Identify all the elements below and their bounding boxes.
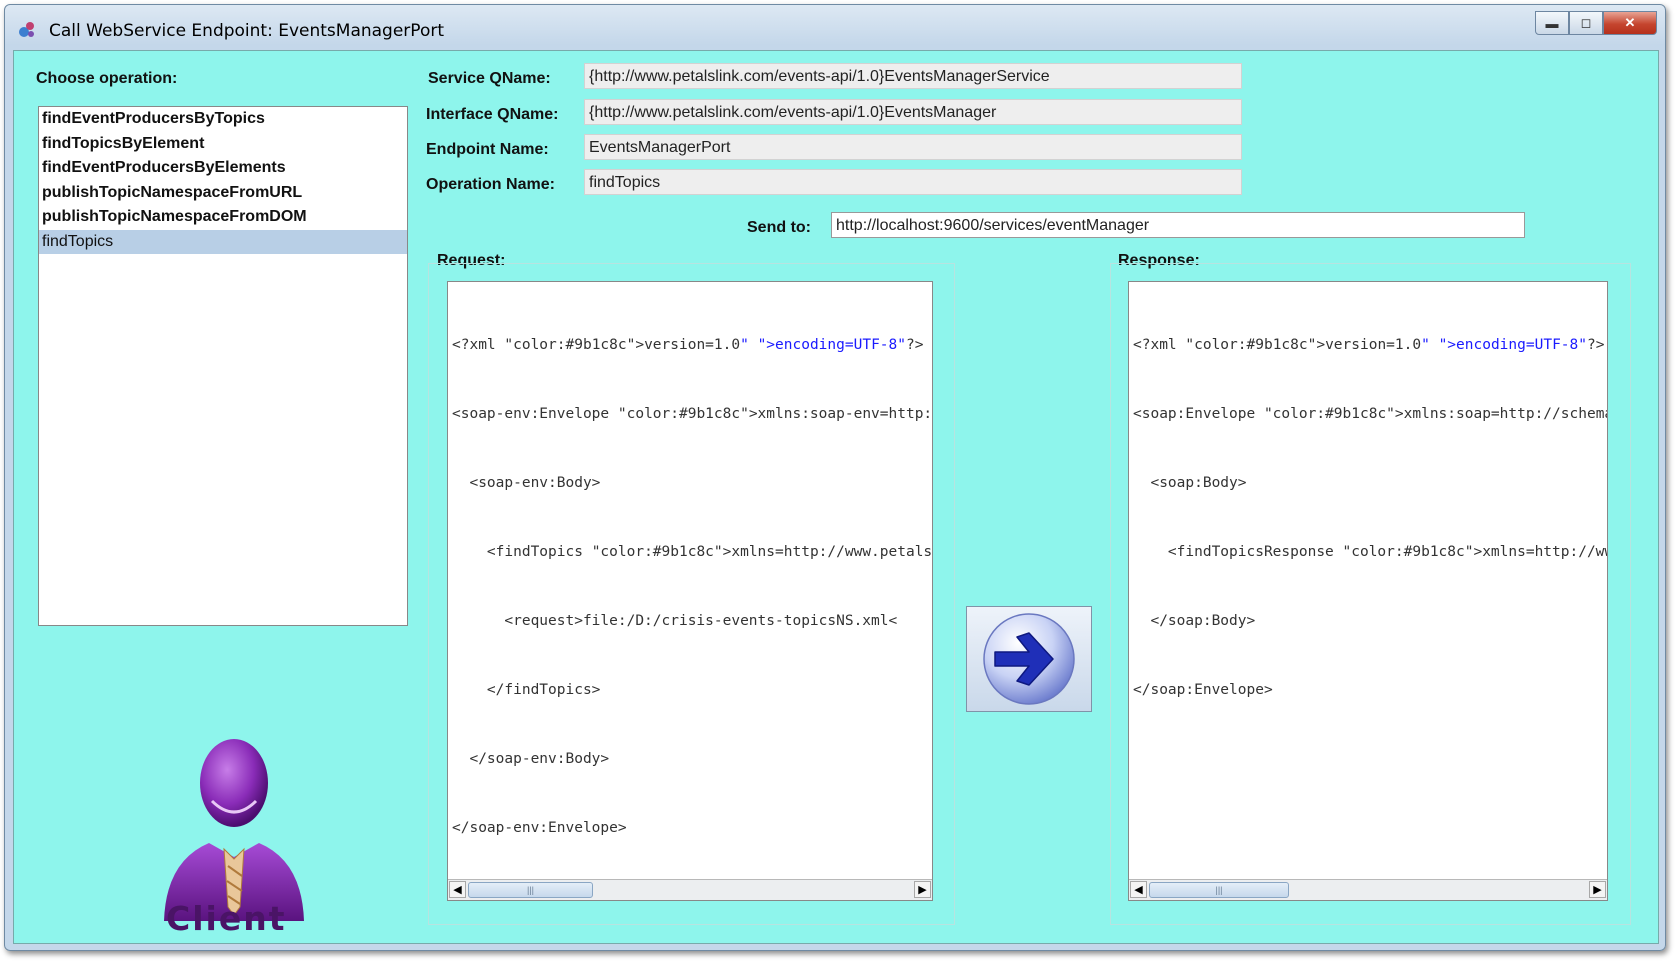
request-editor[interactable]: <?xml "color:#9b1c8c">version=1.0" ">enc… xyxy=(447,281,933,901)
xml-line: </soap:Envelope> xyxy=(1133,682,1273,698)
xml-line: </soap-env:Envelope> xyxy=(452,820,627,836)
scroll-right-button[interactable]: ▶ xyxy=(914,881,931,898)
list-item[interactable]: findEventProducersByElements xyxy=(39,156,407,181)
xml-line: <?xml "color:#9b1c8c">version=1.0" ">enc… xyxy=(1133,337,1605,353)
right-arrow-icon xyxy=(983,613,1075,705)
scroll-right-button[interactable]: ▶ xyxy=(1589,881,1606,898)
xml-line: <findTopics "color:#9b1c8c">xmlns=http:/… xyxy=(452,544,933,560)
send-button[interactable] xyxy=(966,606,1092,712)
service-qname-label: Service QName: xyxy=(428,70,551,87)
right-triangle-icon: ▶ xyxy=(918,884,927,896)
window-title: Call WebService Endpoint: EventsManagerP… xyxy=(49,21,445,41)
title-bar[interactable]: Call WebService Endpoint: EventsManagerP… xyxy=(5,5,1665,49)
list-item[interactable]: publishTopicNamespaceFromURL xyxy=(39,181,407,206)
request-horizontal-scrollbar[interactable]: ◀ ||| ▶ xyxy=(448,879,932,900)
response-editor[interactable]: <?xml "color:#9b1c8c">version=1.0" ">enc… xyxy=(1128,281,1608,901)
xml-line: <findTopicsResponse "color:#9b1c8c">xmln… xyxy=(1133,544,1607,560)
send-to-label: Send to: xyxy=(747,219,811,236)
xml-line: <soap:Envelope "color:#9b1c8c">xmlns:soa… xyxy=(1133,406,1607,422)
close-icon: ✕ xyxy=(1624,15,1636,30)
minimize-icon: ▬ xyxy=(1545,15,1559,31)
main-window: Call WebService Endpoint: EventsManagerP… xyxy=(4,4,1666,951)
app-icon xyxy=(19,22,34,37)
scroll-thumb[interactable]: ||| xyxy=(1149,882,1289,898)
maximize-icon: ◻ xyxy=(1580,15,1592,30)
scroll-left-button[interactable]: ◀ xyxy=(1130,881,1147,898)
xml-line: <?xml "color:#9b1c8c">version=1.0" ">enc… xyxy=(452,337,924,353)
list-item[interactable]: findTopicsByElement xyxy=(39,132,407,157)
response-horizontal-scrollbar[interactable]: ◀ ||| ▶ xyxy=(1129,879,1607,900)
endpoint-name-label: Endpoint Name: xyxy=(426,141,549,158)
xml-line: <soap:Body> xyxy=(1133,475,1247,491)
client-label: Client xyxy=(166,899,287,938)
list-item[interactable]: findEventProducersByTopics xyxy=(39,107,407,132)
xml-line: <request>file:/D:/crisis-events-topicsNS… xyxy=(452,613,898,629)
interface-qname-field[interactable]: {http://www.petalslink.com/events-api/1.… xyxy=(584,99,1242,125)
xml-line: <soap-env:Envelope "color:#9b1c8c">xmlns… xyxy=(452,406,933,422)
window-controls: ▬ ◻ ✕ xyxy=(1535,11,1657,35)
response-xml[interactable]: <?xml "color:#9b1c8c">version=1.0" ">enc… xyxy=(1133,288,1607,748)
request-xml[interactable]: <?xml "color:#9b1c8c">version=1.0" ">enc… xyxy=(452,288,933,886)
minimize-button[interactable]: ▬ xyxy=(1535,11,1569,35)
operation-name-label: Operation Name: xyxy=(426,176,555,193)
operation-name-field[interactable]: findTopics xyxy=(584,169,1242,195)
maximize-button[interactable]: ◻ xyxy=(1569,11,1603,35)
scroll-left-button[interactable]: ◀ xyxy=(449,881,466,898)
operation-list[interactable]: findEventProducersByTopics findTopicsByE… xyxy=(38,106,408,626)
xml-line: </findTopics> xyxy=(452,682,601,698)
endpoint-name-field[interactable]: EventsManagerPort xyxy=(584,134,1242,160)
service-qname-field[interactable]: {http://www.petalslink.com/events-api/1.… xyxy=(584,63,1242,89)
scroll-thumb[interactable]: ||| xyxy=(468,882,593,898)
send-to-field[interactable]: http://localhost:9600/services/eventMana… xyxy=(831,212,1525,238)
xml-line: </soap-env:Body> xyxy=(452,751,610,767)
choose-operation-label: Choose operation: xyxy=(36,70,178,87)
list-item-selected[interactable]: findTopics xyxy=(39,229,407,254)
xml-line: </soap:Body> xyxy=(1133,613,1256,629)
right-triangle-icon: ▶ xyxy=(1593,884,1602,896)
close-button[interactable]: ✕ xyxy=(1603,11,1657,35)
left-triangle-icon: ◀ xyxy=(453,884,462,896)
left-triangle-icon: ◀ xyxy=(1134,884,1143,896)
xml-line: <soap-env:Body> xyxy=(452,475,601,491)
list-item[interactable]: publishTopicNamespaceFromDOM xyxy=(39,205,407,230)
interface-qname-label: Interface QName: xyxy=(426,106,559,123)
content-panel: Choose operation: findEventProducersByTo… xyxy=(13,50,1659,944)
